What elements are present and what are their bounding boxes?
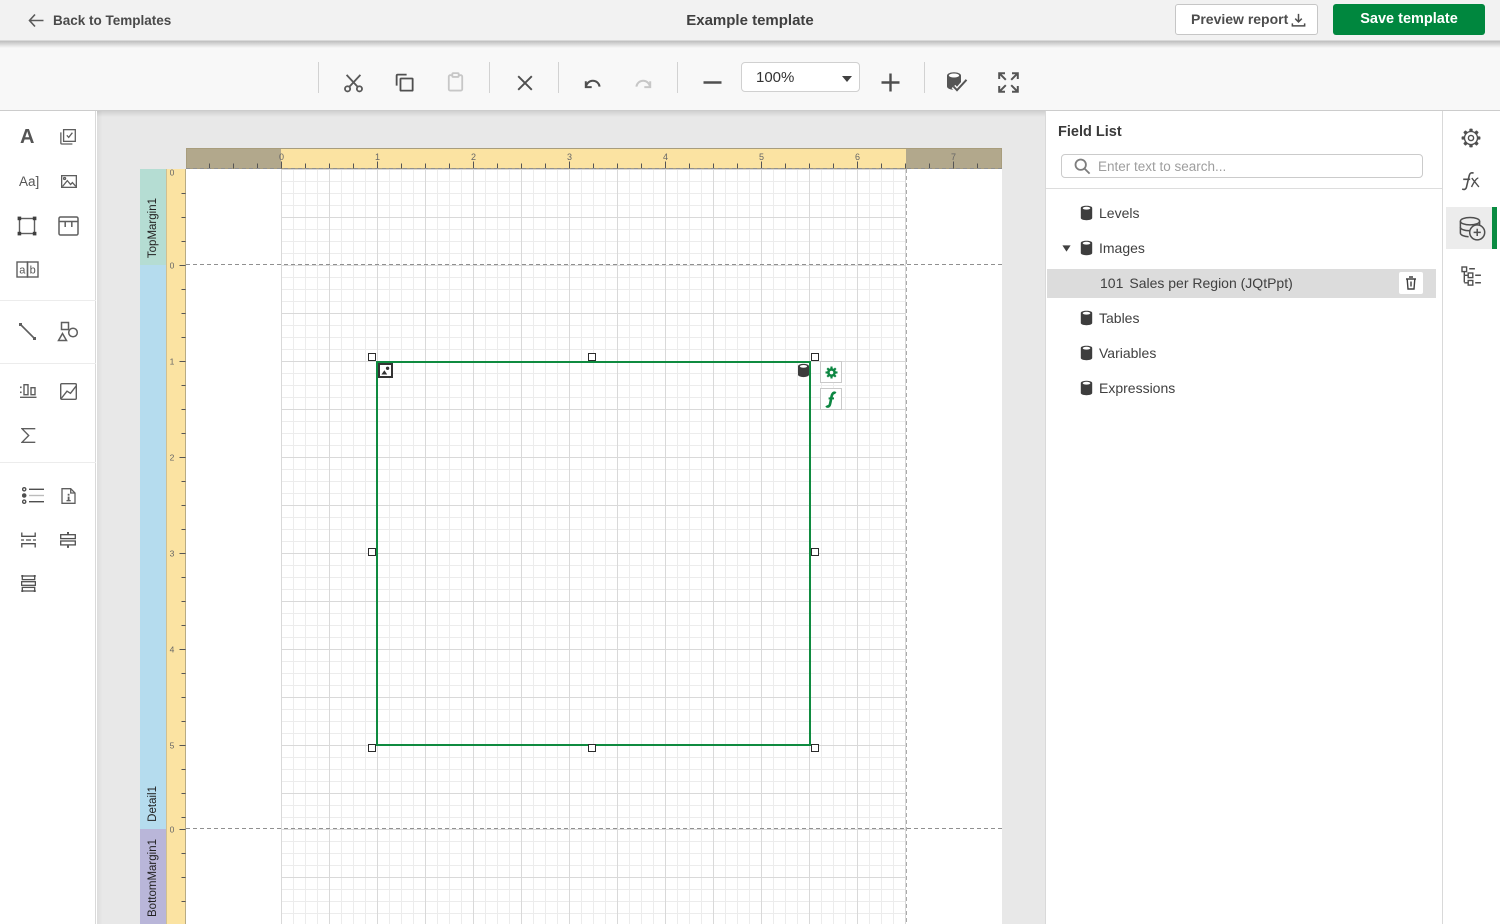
- svg-text:0: 0: [170, 261, 175, 271]
- svg-text:3: 3: [170, 549, 175, 559]
- svg-text:a: a: [19, 265, 26, 277]
- svg-text:0: 0: [170, 825, 175, 835]
- svg-text:0: 0: [279, 152, 284, 162]
- svg-text:1: 1: [170, 357, 175, 367]
- svg-text:5: 5: [759, 152, 764, 162]
- svg-text:4: 4: [663, 152, 668, 162]
- svg-text:5: 5: [170, 741, 175, 751]
- svg-text:b: b: [30, 265, 36, 277]
- svg-text:1: 1: [375, 152, 380, 162]
- svg-text:3: 3: [567, 152, 572, 162]
- svg-text:4: 4: [170, 645, 175, 655]
- svg-text:7: 7: [951, 152, 956, 162]
- svg-text:2: 2: [170, 453, 175, 463]
- svg-text:2: 2: [471, 152, 476, 162]
- svg-text:6: 6: [855, 152, 860, 162]
- svg-text:0: 0: [170, 169, 175, 178]
